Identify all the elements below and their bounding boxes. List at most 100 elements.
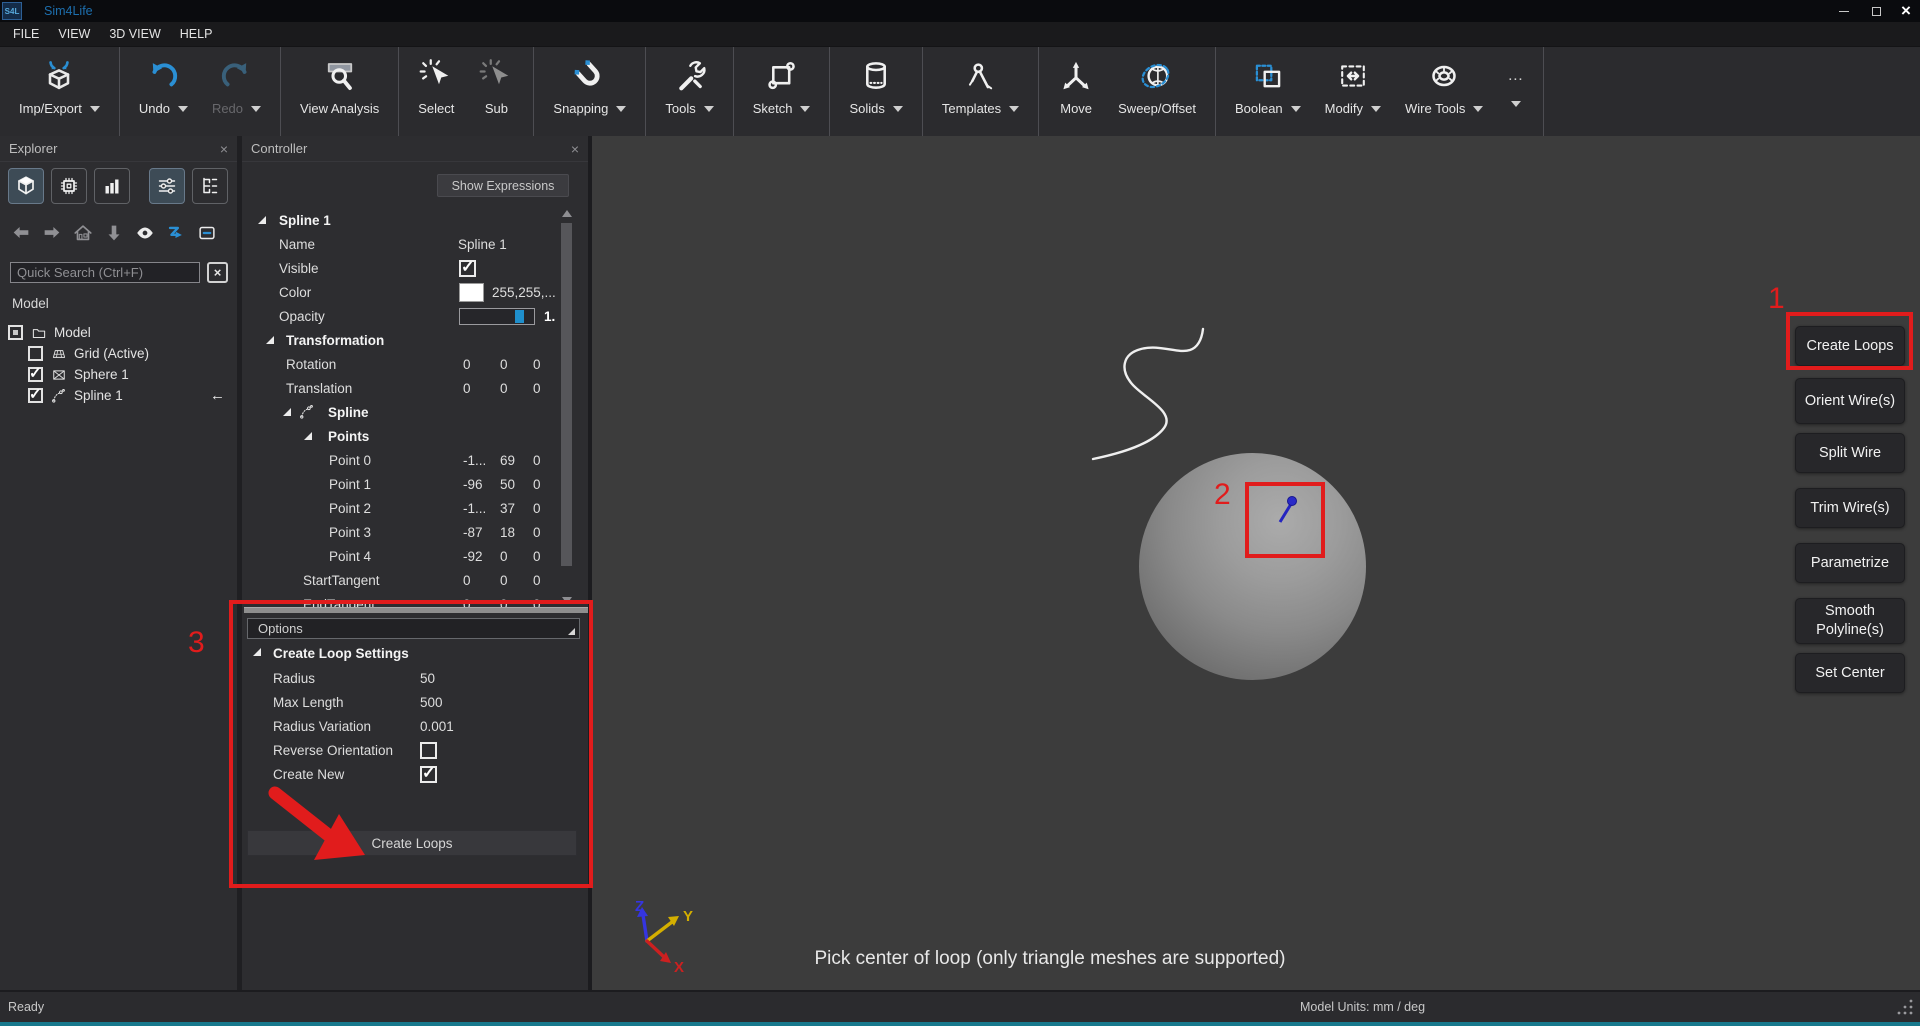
- setting-value[interactable]: 0.001: [420, 719, 454, 734]
- vector-value[interactable]: 69: [500, 453, 515, 468]
- toolbar-button-undo[interactable]: Undo: [127, 47, 200, 136]
- toolbar-button-templates[interactable]: Templates: [930, 47, 1031, 136]
- cube-view-button[interactable]: [8, 168, 44, 204]
- slider-handle[interactable]: [515, 310, 524, 323]
- chart-view-button[interactable]: [94, 168, 130, 204]
- sphere-object[interactable]: [1139, 453, 1366, 680]
- trim-wire-s-button[interactable]: Trim Wire(s): [1795, 488, 1905, 528]
- minimize-button[interactable]: [1828, 0, 1860, 22]
- property-scrollbar[interactable]: [560, 210, 573, 604]
- property-row-visible[interactable]: Visible: [242, 256, 556, 280]
- toolbar-button-modify[interactable]: Modify: [1313, 47, 1393, 136]
- parametrize-button[interactable]: Parametrize: [1795, 543, 1905, 583]
- toolbar-button-boolean[interactable]: Boolean: [1223, 47, 1313, 136]
- setting-checkbox[interactable]: [420, 766, 437, 783]
- vector-value[interactable]: 0: [533, 501, 541, 516]
- arrow-right-button[interactable]: [41, 222, 63, 249]
- eye-button[interactable]: [134, 222, 156, 249]
- toolbar-button-imp-export[interactable]: Imp/Export: [7, 47, 112, 136]
- create-loops-panel-button[interactable]: Create Loops: [247, 830, 577, 856]
- property-row-rotation[interactable]: Rotation000: [242, 352, 556, 376]
- tree-item-model[interactable]: Model: [0, 322, 237, 343]
- scroll-down-icon[interactable]: [562, 597, 572, 604]
- toolbar-button-redo[interactable]: Redo: [200, 47, 273, 136]
- vector-value[interactable]: 0: [533, 549, 541, 564]
- vector-value[interactable]: 0: [533, 597, 541, 608]
- setting-value[interactable]: 50: [420, 671, 435, 686]
- toolbar-button-overflow[interactable]: …: [1495, 47, 1536, 136]
- toolbar-button-select[interactable]: Select: [406, 47, 466, 136]
- opacity-slider[interactable]: [459, 308, 535, 325]
- setting-row-reverse-orientation[interactable]: Reverse Orientation: [242, 738, 582, 762]
- property-row-translation[interactable]: Translation000: [242, 376, 556, 400]
- setting-row-radius[interactable]: Radius50: [242, 666, 582, 690]
- property-row-endtangent[interactable]: EndTangent000: [242, 592, 556, 607]
- vector-value[interactable]: -87: [463, 525, 483, 540]
- property-row-point-1[interactable]: Point 1-96500: [242, 472, 556, 496]
- vector-value[interactable]: 0: [500, 357, 508, 372]
- expander-icon[interactable]: [304, 432, 312, 440]
- vector-value[interactable]: 0: [533, 573, 541, 588]
- chip-view-button[interactable]: [51, 168, 87, 204]
- expander-icon[interactable]: [283, 408, 291, 416]
- create-loops-button[interactable]: Create Loops: [1795, 326, 1905, 366]
- vector-value[interactable]: 0: [463, 381, 471, 396]
- tree-item-grid-active[interactable]: Grid (Active): [0, 343, 237, 364]
- scroll-thumb[interactable]: [561, 223, 572, 566]
- toolbar-button-tools[interactable]: Tools: [653, 47, 725, 136]
- vector-value[interactable]: 18: [500, 525, 515, 540]
- property-checkbox[interactable]: [459, 260, 476, 277]
- property-row-point-2[interactable]: Point 2-1...370: [242, 496, 556, 520]
- setting-row-radius-variation[interactable]: Radius Variation0.001: [242, 714, 582, 738]
- toolbar-button-snapping[interactable]: Snapping: [541, 47, 638, 136]
- vector-value[interactable]: 37: [500, 501, 515, 516]
- toolbar-button-wire-tools[interactable]: Wire Tools: [1393, 47, 1495, 136]
- visibility-checkbox[interactable]: [28, 367, 43, 382]
- visibility-checkbox[interactable]: [28, 346, 43, 361]
- toolbar-button-view-analysis[interactable]: View Analysis: [288, 47, 391, 136]
- tree-item-sphere-1[interactable]: Sphere 1: [0, 364, 237, 385]
- arrow-left-button[interactable]: [10, 222, 32, 249]
- hierarchy-view-button[interactable]: [192, 168, 228, 204]
- orient-wire-s-button[interactable]: Orient Wire(s): [1795, 378, 1905, 424]
- smooth-polyline-s-button[interactable]: Smooth Polyline(s): [1795, 598, 1905, 644]
- setting-value[interactable]: 500: [420, 695, 443, 710]
- vector-value[interactable]: -1...: [463, 453, 486, 468]
- vector-value[interactable]: 0: [533, 453, 541, 468]
- maximize-button[interactable]: [1860, 0, 1892, 22]
- sliders-view-button[interactable]: [149, 168, 185, 204]
- panel-splitter[interactable]: [244, 607, 588, 613]
- toolbar-button-solids[interactable]: Solids: [837, 47, 914, 136]
- property-row-point-4[interactable]: Point 4-9200: [242, 544, 556, 568]
- vector-value[interactable]: 0: [500, 549, 508, 564]
- toolbar-button-move[interactable]: Move: [1046, 47, 1106, 136]
- close-button[interactable]: ×: [1892, 0, 1920, 22]
- collapse-button[interactable]: [196, 222, 218, 249]
- search-clear-button[interactable]: ×: [207, 262, 228, 283]
- vector-value[interactable]: 0: [500, 597, 508, 608]
- show-expressions-button[interactable]: Show Expressions: [437, 174, 569, 197]
- tree-item-spline-1[interactable]: Spline 1←: [0, 385, 237, 406]
- property-row-starttangent[interactable]: StartTangent000: [242, 568, 556, 592]
- search-input[interactable]: [10, 262, 200, 283]
- zigzag-button[interactable]: [165, 222, 187, 249]
- toolbar-button-sketch[interactable]: Sketch: [741, 47, 823, 136]
- toolbar-button-sub[interactable]: Sub: [466, 47, 526, 136]
- menu-help[interactable]: HELP: [180, 27, 213, 41]
- property-row-points[interactable]: Points: [242, 424, 556, 448]
- menu-view[interactable]: VIEW: [58, 27, 90, 41]
- property-row-name[interactable]: NameSpline 1: [242, 232, 556, 256]
- property-row-spline-1[interactable]: Spline 1: [242, 208, 556, 232]
- vector-value[interactable]: -96: [463, 477, 483, 492]
- vector-value[interactable]: 50: [500, 477, 515, 492]
- explorer-close-icon[interactable]: ×: [220, 141, 228, 157]
- color-swatch[interactable]: [459, 283, 484, 302]
- vector-value[interactable]: 0: [463, 357, 471, 372]
- expander-icon[interactable]: [258, 216, 266, 224]
- visibility-checkbox[interactable]: [8, 325, 23, 340]
- property-row-point-3[interactable]: Point 3-87180: [242, 520, 556, 544]
- vector-value[interactable]: 0: [500, 381, 508, 396]
- setting-row-create-new[interactable]: Create New: [242, 762, 582, 786]
- menu-3d-view[interactable]: 3D VIEW: [109, 27, 160, 41]
- setting-checkbox[interactable]: [420, 742, 437, 759]
